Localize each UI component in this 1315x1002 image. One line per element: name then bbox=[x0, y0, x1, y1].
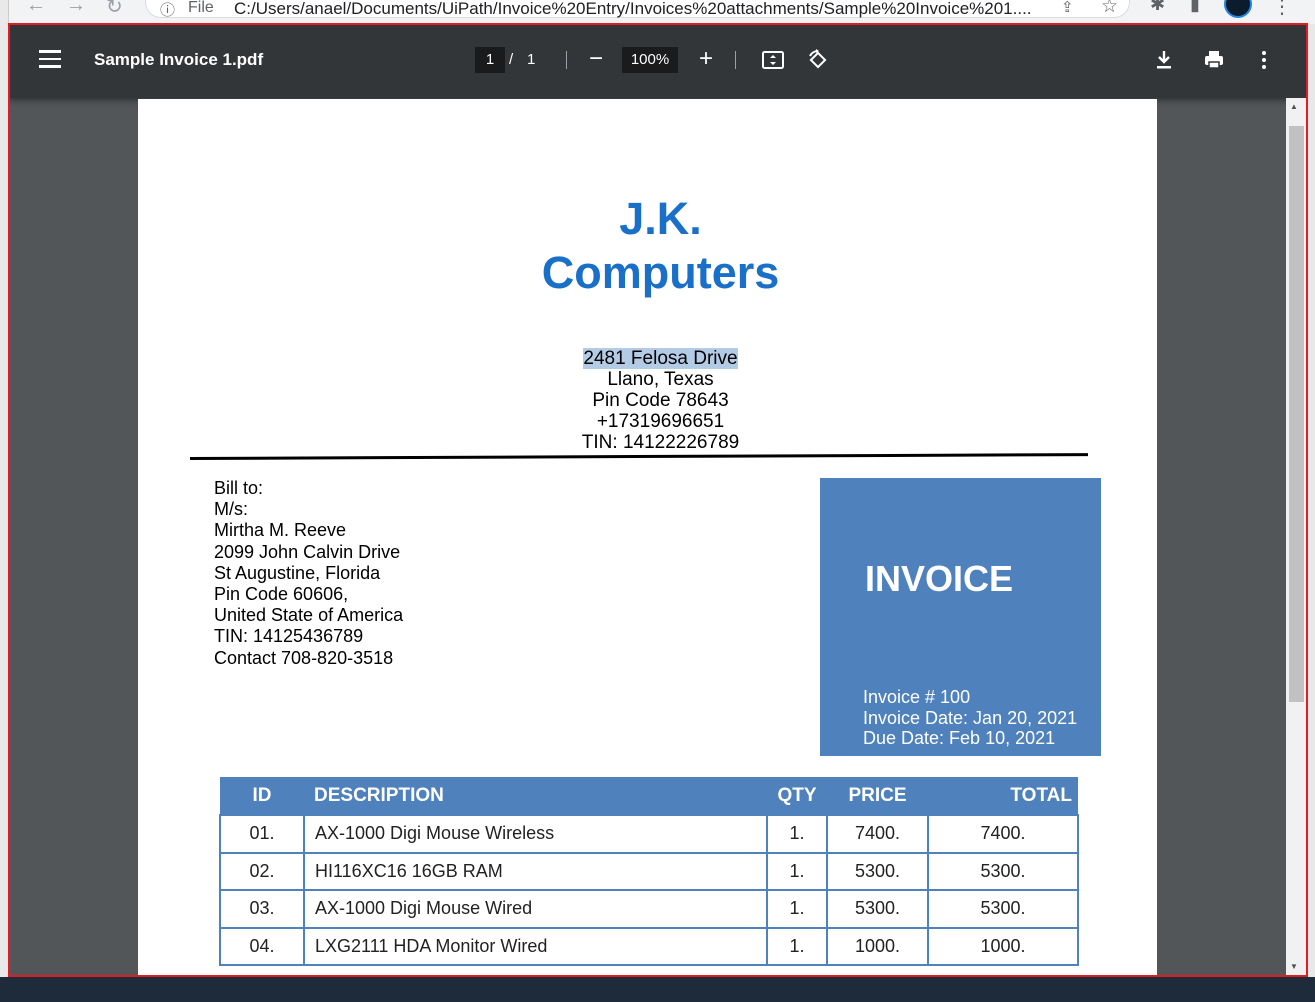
page-number-input[interactable]: 1 bbox=[475, 47, 505, 73]
due-date: Due Date: Feb 10, 2021 bbox=[863, 728, 1056, 748]
url-scheme: File bbox=[188, 0, 214, 16]
cell-price: 5300. bbox=[826, 851, 929, 892]
column-header-price: PRICE bbox=[827, 777, 928, 815]
reload-icon[interactable]: ↻ bbox=[106, 0, 123, 19]
table-row: 03. AX-1000 Digi Mouse Wired 1. 5300. 53… bbox=[219, 889, 1079, 929]
cell-id: 02. bbox=[219, 851, 305, 892]
address-line: +17319696651 bbox=[596, 411, 725, 432]
cell-price: 5300. bbox=[826, 889, 929, 929]
pdf-viewer: Sample Invoice 1.pdf 1 / 1 − 100% + J.K.… bbox=[9, 24, 1307, 976]
bill-to-block: Bill to: M/s: Mirtha M. Reeve 2099 John … bbox=[214, 478, 403, 669]
profile-avatar[interactable] bbox=[1224, 0, 1252, 18]
table-row: 01. AX-1000 Digi Mouse Wireless 1. 7400.… bbox=[219, 814, 1079, 854]
hamburger-menu-icon[interactable] bbox=[39, 50, 61, 68]
cell-id: 01. bbox=[219, 814, 305, 854]
company-name: J.K. Computers bbox=[138, 192, 1183, 300]
pdf-toolbar: Sample Invoice 1.pdf 1 / 1 − 100% + bbox=[9, 24, 1307, 98]
cell-qty: 1. bbox=[766, 814, 828, 854]
pdf-page: J.K. Computers 2481 Felosa Drive Llano, … bbox=[138, 99, 1157, 976]
bill-to-line: United State of America bbox=[214, 605, 404, 626]
cell-price: 1000. bbox=[826, 926, 929, 967]
cell-total: 7400. bbox=[927, 814, 1079, 854]
column-header-qty: QTY bbox=[767, 777, 827, 815]
info-icon[interactable]: ⓘ bbox=[160, 0, 175, 20]
print-icon[interactable] bbox=[1202, 48, 1226, 72]
line-items-table: ID DESCRIPTION QTY PRICE TOTAL 01. AX-10… bbox=[219, 777, 1079, 967]
cell-total: 5300. bbox=[927, 851, 1079, 892]
column-header-description: DESCRIPTION bbox=[304, 777, 767, 815]
zoom-out-button[interactable]: − bbox=[581, 44, 611, 74]
company-name-line2: Computers bbox=[541, 247, 780, 298]
rotate-icon[interactable] bbox=[806, 48, 830, 72]
company-name-line1: J.K. bbox=[619, 193, 702, 244]
cell-description: AX-1000 Digi Mouse Wired bbox=[303, 889, 768, 929]
bill-to-line: Bill to: bbox=[214, 478, 264, 498]
bill-to-line: TIN: 14125436789 bbox=[214, 626, 364, 647]
column-header-id: ID bbox=[220, 777, 304, 815]
arrow-left-icon[interactable]: ← bbox=[26, 0, 46, 17]
download-icon[interactable] bbox=[1152, 48, 1176, 72]
puzzle-icon[interactable]: ✱ bbox=[1150, 0, 1165, 15]
zoom-in-button[interactable]: + bbox=[691, 44, 721, 74]
bookmark-star-icon[interactable]: ☆ bbox=[1101, 0, 1118, 18]
invoice-number: Invoice # 100 bbox=[863, 687, 971, 707]
invoice-heading: INVOICE bbox=[865, 558, 1014, 599]
cell-description: LXG2111 HDA Monitor Wired bbox=[303, 926, 768, 967]
taskbar bbox=[0, 977, 1315, 1002]
cell-price: 7400. bbox=[826, 814, 929, 854]
background-app-strip-right bbox=[1308, 24, 1315, 1002]
scroll-up-icon[interactable]: ▲ bbox=[1290, 102, 1298, 111]
document-title: Sample Invoice 1.pdf bbox=[94, 50, 264, 69]
toolbar-divider bbox=[735, 51, 736, 69]
table-header-row: ID DESCRIPTION QTY PRICE TOTAL bbox=[220, 777, 1078, 815]
header-divider bbox=[189, 453, 1088, 460]
cell-id: 04. bbox=[219, 926, 305, 967]
address-line: TIN: 14122226789 bbox=[581, 432, 740, 453]
page-total: 1 bbox=[527, 51, 536, 68]
side-panel-icon[interactable]: ▮ bbox=[1190, 0, 1200, 15]
more-options-icon[interactable] bbox=[1252, 48, 1276, 72]
zoom-level-input[interactable]: 100% bbox=[622, 47, 678, 73]
table-row: 02. HI116XC16 16GB RAM 1. 5300. 5300. bbox=[219, 851, 1079, 892]
cell-qty: 1. bbox=[766, 889, 828, 929]
background-app-strip bbox=[0, 0, 9, 1002]
browser-toolbar: ← → ↻ ⓘ File C:/Users/anael/Documents/Ui… bbox=[0, 0, 1315, 24]
page-separator: / bbox=[509, 51, 514, 68]
cell-total: 1000. bbox=[927, 926, 1079, 967]
address-line: Llano, Texas bbox=[607, 369, 714, 390]
cell-id: 03. bbox=[219, 889, 305, 929]
url-text[interactable]: C:/Users/anael/Documents/UiPath/Invoice%… bbox=[234, 0, 1046, 19]
address-line-selected[interactable]: 2481 Felosa Drive bbox=[583, 348, 738, 369]
toolbar-divider bbox=[566, 51, 567, 69]
share-icon[interactable]: ⇪ bbox=[1061, 0, 1074, 16]
bill-to-line: Mirtha M. Reeve bbox=[214, 520, 347, 541]
invoice-date: Invoice Date: Jan 20, 2021 bbox=[863, 707, 1078, 728]
cell-description: AX-1000 Digi Mouse Wireless bbox=[303, 814, 768, 854]
scroll-down-icon[interactable]: ▼ bbox=[1290, 962, 1298, 971]
invoice-meta: Invoice # 100 Invoice Date: Jan 20, 2021… bbox=[863, 687, 1077, 749]
bill-to-line: Contact 708-820-3518 bbox=[214, 647, 394, 668]
bill-to-line: Pin Code 60606, bbox=[214, 584, 349, 605]
vertical-dots-icon[interactable]: ⋮ bbox=[1272, 0, 1292, 19]
arrow-right-icon[interactable]: → bbox=[66, 0, 86, 17]
cell-total: 5300. bbox=[927, 889, 1079, 929]
column-header-total: TOTAL bbox=[928, 777, 1078, 815]
table-row: 04. LXG2111 HDA Monitor Wired 1. 1000. 1… bbox=[219, 926, 1079, 967]
fit-page-icon[interactable] bbox=[761, 48, 785, 72]
bill-to-line: M/s: bbox=[214, 499, 248, 520]
cell-description: HI116XC16 16GB RAM bbox=[303, 851, 768, 892]
invoice-summary-box: INVOICE Invoice # 100 Invoice Date: Jan … bbox=[820, 478, 1101, 756]
scrollbar-thumb[interactable] bbox=[1289, 126, 1304, 702]
cell-qty: 1. bbox=[766, 851, 828, 892]
cell-qty: 1. bbox=[766, 926, 828, 967]
company-address: 2481 Felosa Drive Llano, Texas Pin Code … bbox=[138, 348, 1183, 453]
bill-to-line: St Augustine, Florida bbox=[214, 562, 381, 583]
bill-to-line: 2099 John Calvin Drive bbox=[214, 541, 401, 562]
address-line: Pin Code 78643 bbox=[592, 390, 729, 411]
address-bar[interactable]: ⓘ File C:/Users/anael/Documents/UiPath/I… bbox=[145, 0, 1130, 20]
